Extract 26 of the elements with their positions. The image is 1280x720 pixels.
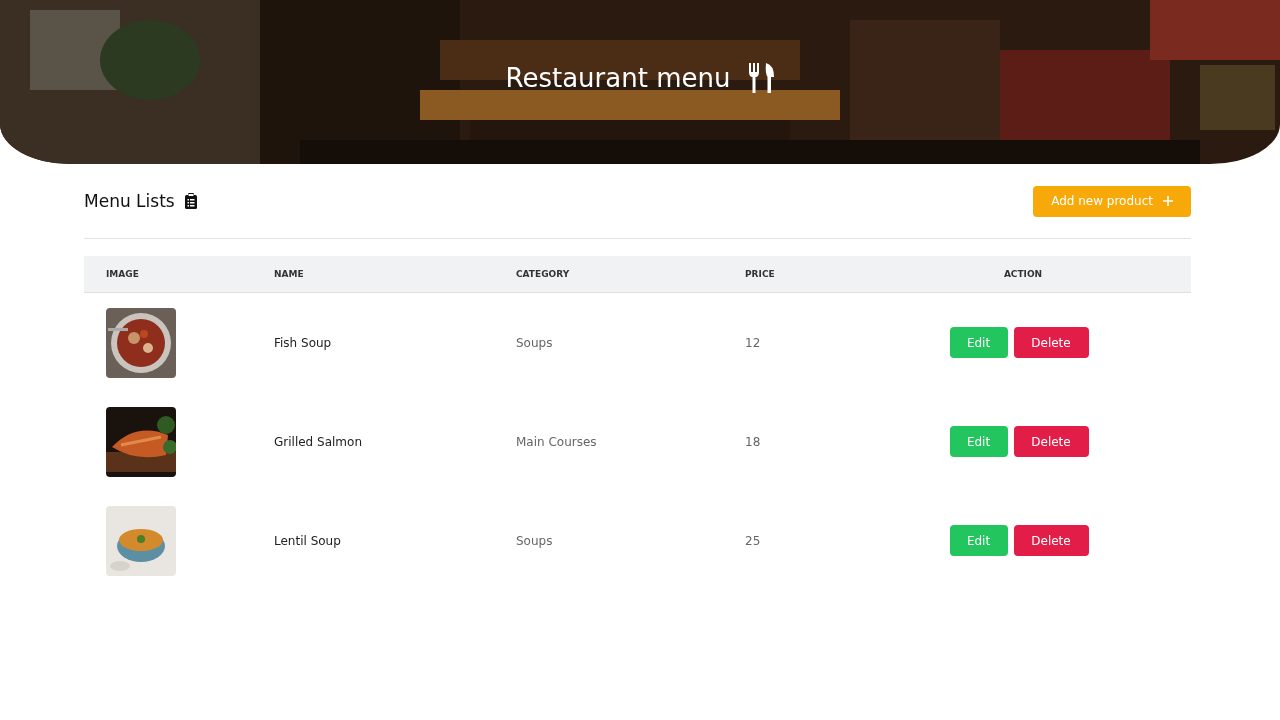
delete-button[interactable]: Delete <box>1013 525 1089 556</box>
edit-button[interactable]: Edit <box>949 426 1008 457</box>
column-header: IMAGE <box>106 269 139 279</box>
item-category: Main Courses <box>516 434 597 449</box>
section-title: Menu Lists <box>84 191 175 211</box>
item-category: Soups <box>516 533 553 548</box>
plus-icon <box>1163 196 1173 206</box>
item-name: Lentil Soup <box>274 533 341 548</box>
edit-button[interactable]: Edit <box>949 327 1008 358</box>
clipboard-icon <box>184 193 197 209</box>
delete-button[interactable]: Delete <box>1013 426 1089 457</box>
column-header: ACTION <box>1003 269 1043 279</box>
column-header: PRICE <box>745 269 775 279</box>
column-header: CATEGORY <box>516 269 570 279</box>
cutlery-icon <box>748 63 775 93</box>
item-price: 12 <box>745 335 761 350</box>
item-category: Soups <box>516 335 553 350</box>
item-name: Fish Soup <box>274 335 332 350</box>
page-title: Restaurant menu <box>505 63 731 93</box>
delete-button[interactable]: Delete <box>1013 327 1089 358</box>
add-product-button[interactable]: Add new product <box>1033 185 1191 217</box>
item-price: 18 <box>745 434 761 449</box>
item-name: Grilled Salmon <box>274 434 362 449</box>
item-price: 25 <box>745 533 761 548</box>
edit-button[interactable]: Edit <box>949 525 1008 556</box>
column-header: NAME <box>274 269 304 279</box>
